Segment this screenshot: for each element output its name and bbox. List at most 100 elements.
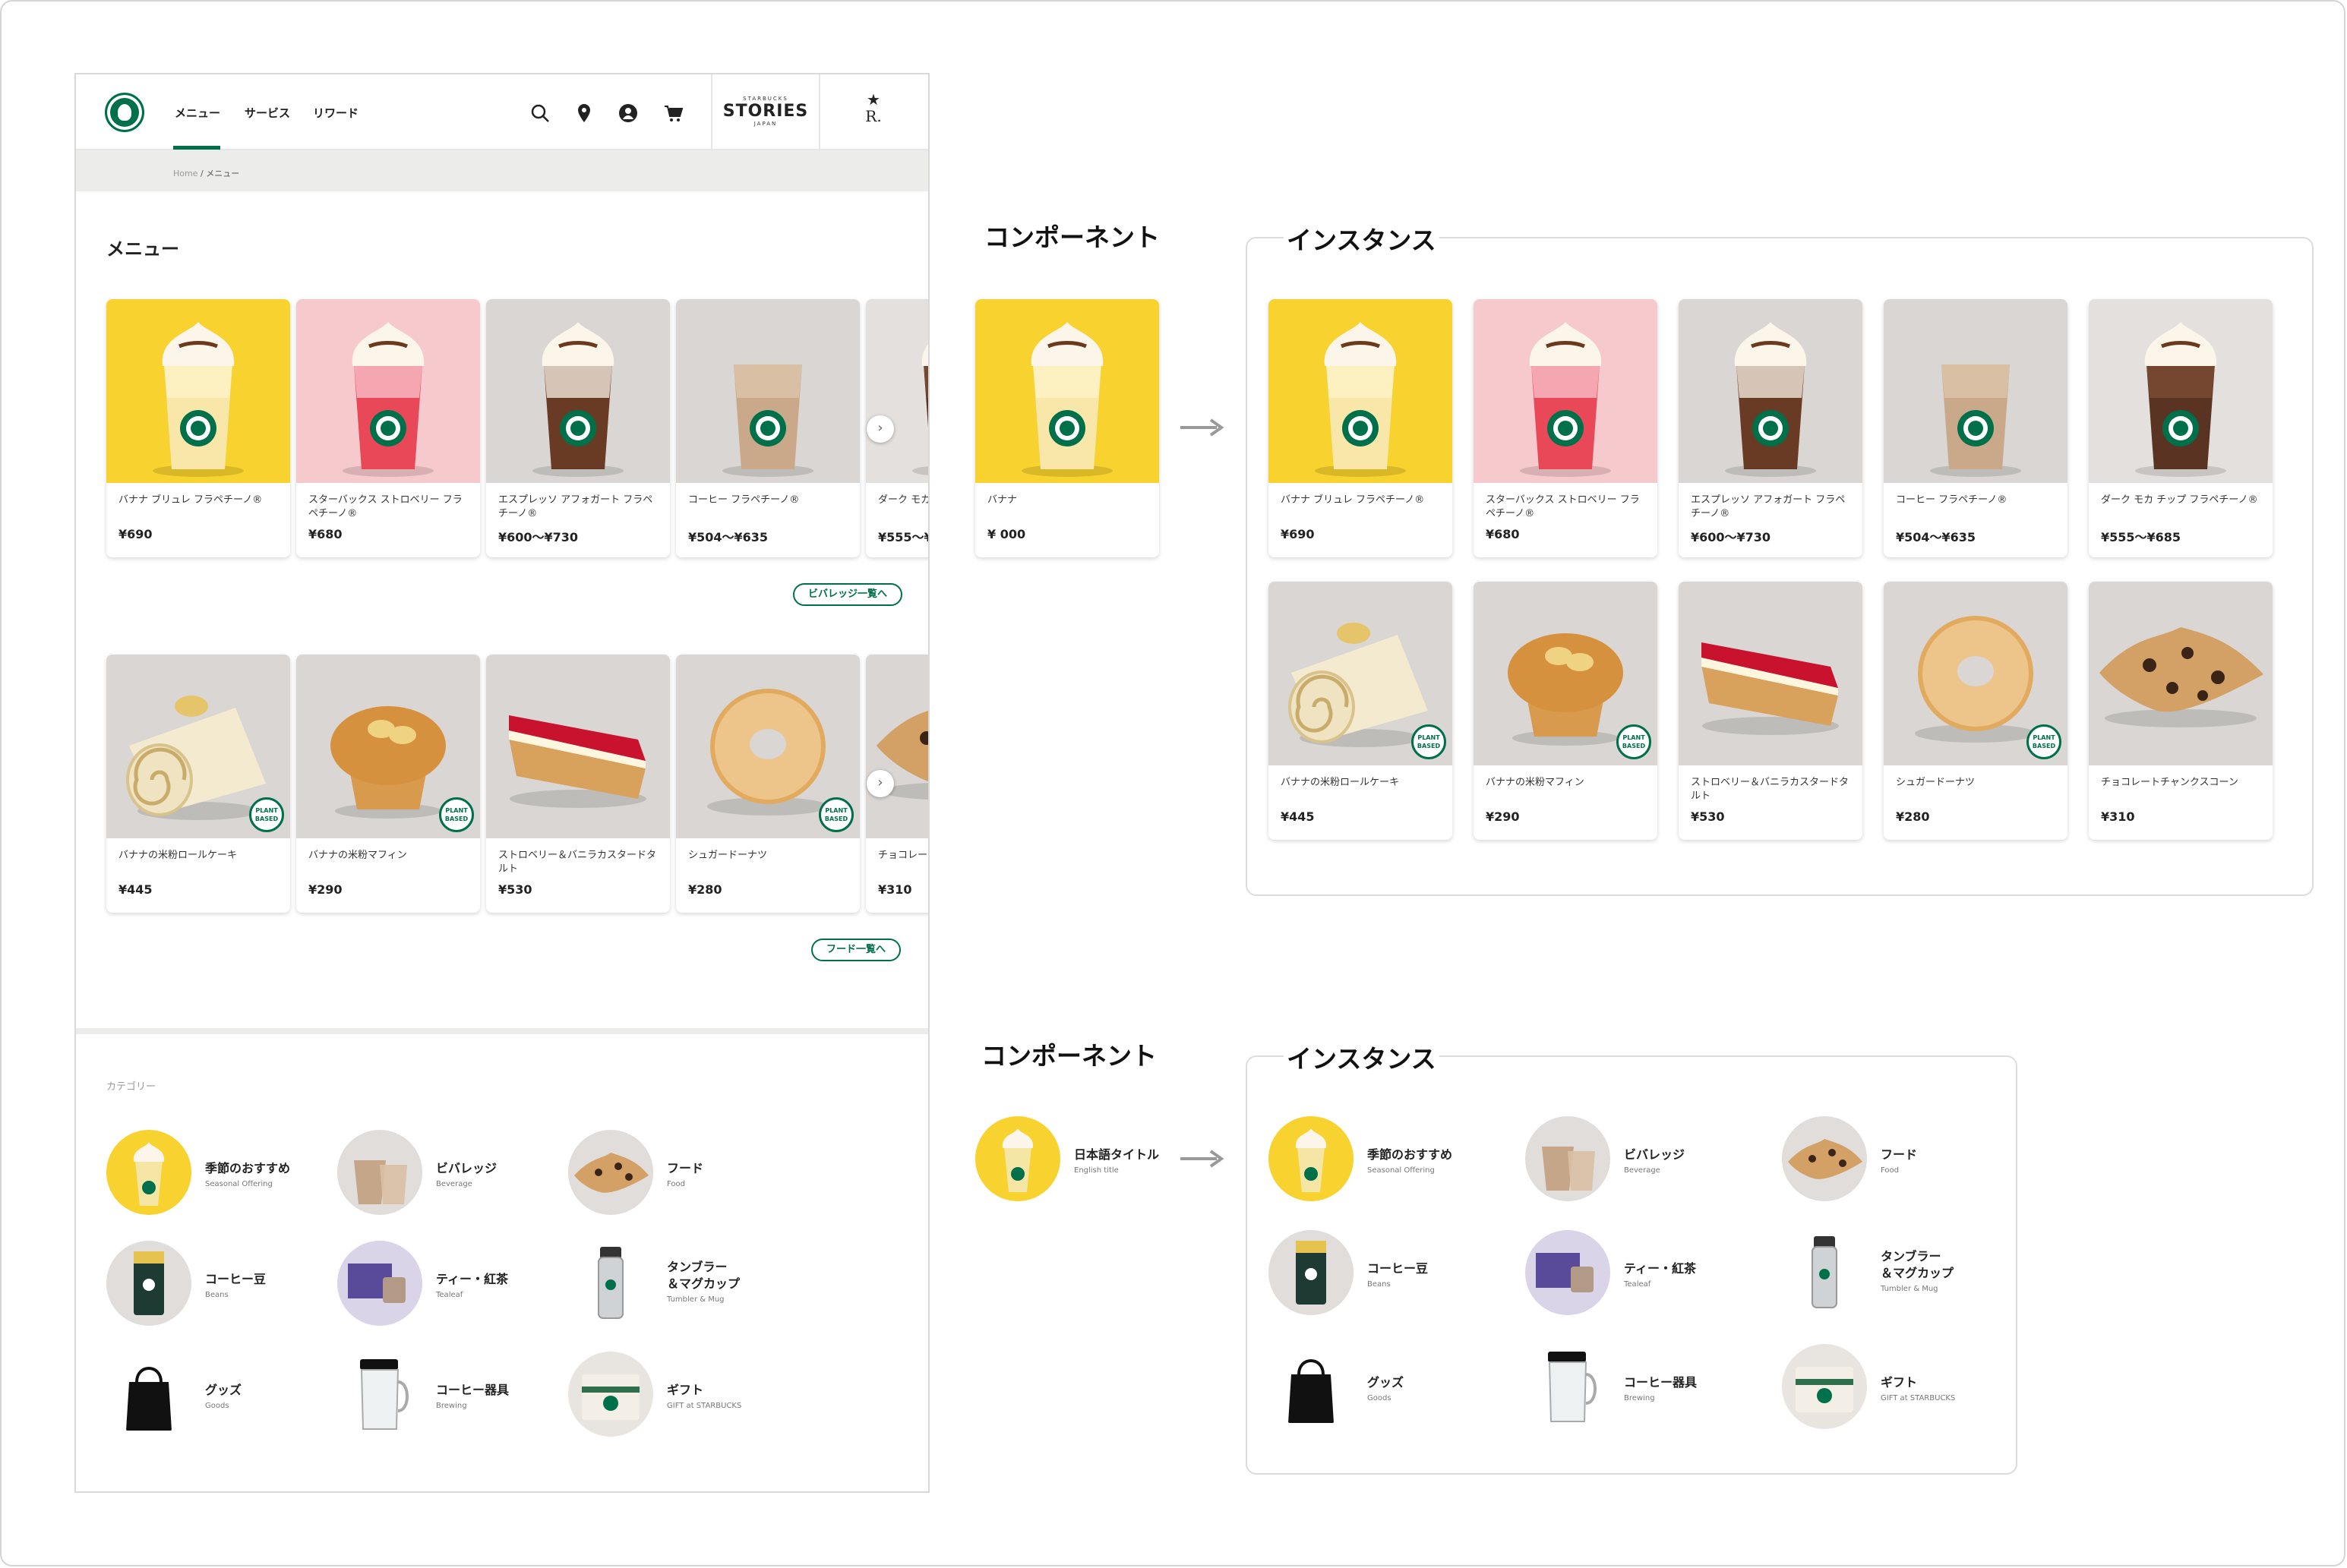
product-image bbox=[866, 299, 928, 483]
category-item[interactable]: フード Food bbox=[568, 1130, 796, 1221]
category-image bbox=[1525, 1344, 1610, 1429]
product-name: バナナ ブリュレ フラペチーノ® bbox=[1281, 494, 1425, 506]
category-image bbox=[975, 1116, 1060, 1201]
plant-based-badge: PLANT BASED bbox=[1411, 724, 1446, 759]
product-price: ¥530 bbox=[498, 882, 532, 897]
product-card[interactable]: コーヒー フラペチーノ® ¥504〜¥635 bbox=[676, 299, 860, 557]
product-price: ¥690 bbox=[1281, 527, 1315, 541]
category-title: ギフト bbox=[667, 1383, 704, 1397]
food-more-button[interactable]: フード一覧へ bbox=[811, 939, 902, 961]
category-title: フード bbox=[1881, 1147, 1918, 1162]
category-title: グッズ bbox=[1367, 1375, 1404, 1390]
product-card[interactable]: PLANT BASED シュガードーナツ ¥280 bbox=[676, 655, 860, 913]
product-card[interactable]: ストロベリー＆バニラカスタードタルト ¥530 bbox=[1679, 582, 1862, 840]
category-image bbox=[106, 1352, 191, 1437]
category-subtitle: Goods bbox=[1367, 1394, 1391, 1402]
product-image bbox=[106, 299, 290, 483]
category-item[interactable]: タンブラー ＆マグカップ Tumbler & Mug bbox=[1782, 1230, 2010, 1321]
product-card[interactable]: バナナ ブリュレ フラペチーノ® ¥690 bbox=[106, 299, 290, 557]
component-heading-2: コンポーネント bbox=[978, 1036, 1160, 1072]
category-item[interactable]: ギフト GIFT at STARBUCKS bbox=[568, 1352, 796, 1443]
category-title: フード bbox=[667, 1161, 704, 1175]
product-card[interactable]: PLANT BASED バナナの米粉ロールケーキ ¥445 bbox=[106, 655, 290, 913]
category-subtitle: Beverage bbox=[1624, 1166, 1660, 1175]
category-item[interactable]: ビバレッジ Beverage bbox=[337, 1130, 565, 1221]
product-card[interactable]: PLANT BASED バナナの米粉マフィン ¥290 bbox=[296, 655, 480, 913]
arrow-right-icon bbox=[1180, 1150, 1224, 1168]
category-subtitle: Seasonal Offering bbox=[205, 1180, 273, 1188]
category-item[interactable]: コーヒー器具 Brewing bbox=[1525, 1344, 1753, 1435]
product-card[interactable]: スターバックス ストロベリー フラペチーノ® ¥680 bbox=[1474, 299, 1657, 557]
search-icon[interactable] bbox=[529, 102, 551, 125]
component-category[interactable]: 日本語タイトル English title bbox=[975, 1116, 1203, 1207]
component-card[interactable]: バナナ ¥ 000 bbox=[975, 299, 1159, 557]
nav-menu[interactable]: メニュー bbox=[175, 105, 220, 121]
category-item[interactable]: コーヒー豆 Beans bbox=[1268, 1230, 1496, 1321]
product-name: ダーク モカ チップ フラペチーノ® bbox=[2101, 494, 2258, 506]
product-name: バナナ ブリュレ フラペチーノ® bbox=[118, 494, 263, 506]
product-image bbox=[1679, 582, 1862, 765]
location-icon[interactable] bbox=[573, 102, 595, 125]
product-price: ¥555〜¥685 bbox=[878, 530, 928, 544]
plant-based-badge: PLANT BASED bbox=[439, 797, 474, 832]
account-icon[interactable] bbox=[617, 102, 640, 125]
starbucks-logo[interactable] bbox=[105, 93, 144, 132]
category-item[interactable]: タンブラー ＆マグカップ Tumbler & Mug bbox=[568, 1241, 796, 1332]
category-image bbox=[1782, 1344, 1867, 1429]
stories-brand: STARBUCKS bbox=[743, 96, 788, 102]
category-subtitle: Tealeaf bbox=[436, 1291, 463, 1299]
cart-icon[interactable] bbox=[662, 102, 685, 125]
product-name: コーヒー フラペチーノ® bbox=[1896, 494, 2007, 506]
plant-based-badge: PLANT BASED bbox=[2026, 724, 2061, 759]
nav-service[interactable]: サービス bbox=[245, 105, 290, 121]
breadcrumb-home[interactable]: Home bbox=[173, 169, 197, 178]
breadcrumb: Home / メニュー bbox=[173, 167, 239, 179]
product-card[interactable]: PLANT BASED シュガードーナツ ¥280 bbox=[1884, 582, 2067, 840]
product-card[interactable]: PLANT BASED バナナの米粉マフィン ¥290 bbox=[1474, 582, 1657, 840]
category-item[interactable]: ビバレッジ Beverage bbox=[1525, 1116, 1753, 1207]
category-title: 日本語タイトル bbox=[1074, 1147, 1160, 1162]
product-card[interactable]: ストロベリー＆バニラカスタードタルト ¥530 bbox=[486, 655, 670, 913]
product-card[interactable]: バナナ ブリュレ フラペチーノ® ¥690 bbox=[1268, 299, 1452, 557]
product-image: PLANT BASED bbox=[1268, 582, 1452, 765]
product-card[interactable]: エスプレッソ アフォガート フラペチーノ® ¥600〜¥730 bbox=[1679, 299, 1862, 557]
reserve-link[interactable]: ★ R. bbox=[858, 91, 889, 125]
product-image bbox=[486, 655, 670, 838]
category-label: カテゴリー bbox=[106, 1081, 156, 1093]
category-image bbox=[337, 1130, 422, 1215]
chevron-right-icon[interactable]: › bbox=[867, 770, 894, 797]
category-item[interactable]: ティー・紅茶 Tealeaf bbox=[337, 1241, 565, 1332]
nav-reward[interactable]: リワード bbox=[313, 105, 359, 121]
category-item[interactable]: コーヒー器具 Brewing bbox=[337, 1352, 565, 1443]
category-item[interactable]: 季節のおすすめ Seasonal Offering bbox=[106, 1130, 334, 1221]
category-item[interactable]: フード Food bbox=[1782, 1116, 2010, 1207]
product-image bbox=[486, 299, 670, 483]
product-card[interactable]: チョコレートチャンクスコーン ¥310 bbox=[2089, 582, 2273, 840]
category-item[interactable]: ティー・紅茶 Tealeaf bbox=[1525, 1230, 1753, 1321]
product-card[interactable]: エスプレッソ アフォガート フラペチーノ® ¥600〜¥730 bbox=[486, 299, 670, 557]
product-name: ストロベリー＆バニラカスタードタルト bbox=[498, 850, 657, 875]
category-item[interactable]: グッズ Goods bbox=[106, 1352, 334, 1443]
product-card[interactable]: ダーク モカ チップ フラペチーノ® ¥555〜¥685 bbox=[2089, 299, 2273, 557]
category-subtitle: Brewing bbox=[436, 1402, 467, 1410]
category-item[interactable]: コーヒー豆 Beans bbox=[106, 1241, 334, 1332]
product-card[interactable]: コーヒー フラペチーノ® ¥504〜¥635 bbox=[1884, 299, 2067, 557]
product-image bbox=[1474, 299, 1657, 483]
beverage-more-button[interactable]: ビバレッジ一覧へ bbox=[793, 583, 903, 606]
category-item[interactable]: 季節のおすすめ Seasonal Offering bbox=[1268, 1116, 1496, 1207]
starbucks-stories-link[interactable]: STARBUCKS STORIES JAPAN bbox=[711, 74, 820, 150]
product-card[interactable]: スターバックス ストロベリー フラペチーノ® ¥680 bbox=[296, 299, 480, 557]
category-title: コーヒー豆 bbox=[205, 1272, 267, 1286]
chevron-right-icon[interactable]: › bbox=[867, 415, 894, 443]
category-item[interactable]: ギフト GIFT at STARBUCKS bbox=[1782, 1344, 2010, 1435]
product-name: シュガードーナツ bbox=[1896, 777, 1976, 788]
product-name: チョコレートチャンクスコーン bbox=[878, 850, 928, 861]
category-item[interactable]: グッズ Goods bbox=[1268, 1344, 1496, 1435]
category-subtitle: Tumbler & Mug bbox=[667, 1295, 725, 1304]
category-subtitle: Beverage bbox=[436, 1180, 472, 1188]
product-card[interactable]: PLANT BASED バナナの米粉ロールケーキ ¥445 bbox=[1268, 582, 1452, 840]
category-title: グッズ bbox=[205, 1383, 242, 1397]
product-price: ¥290 bbox=[1486, 809, 1520, 824]
category-subtitle: Food bbox=[667, 1180, 685, 1188]
section-divider bbox=[76, 1028, 928, 1034]
